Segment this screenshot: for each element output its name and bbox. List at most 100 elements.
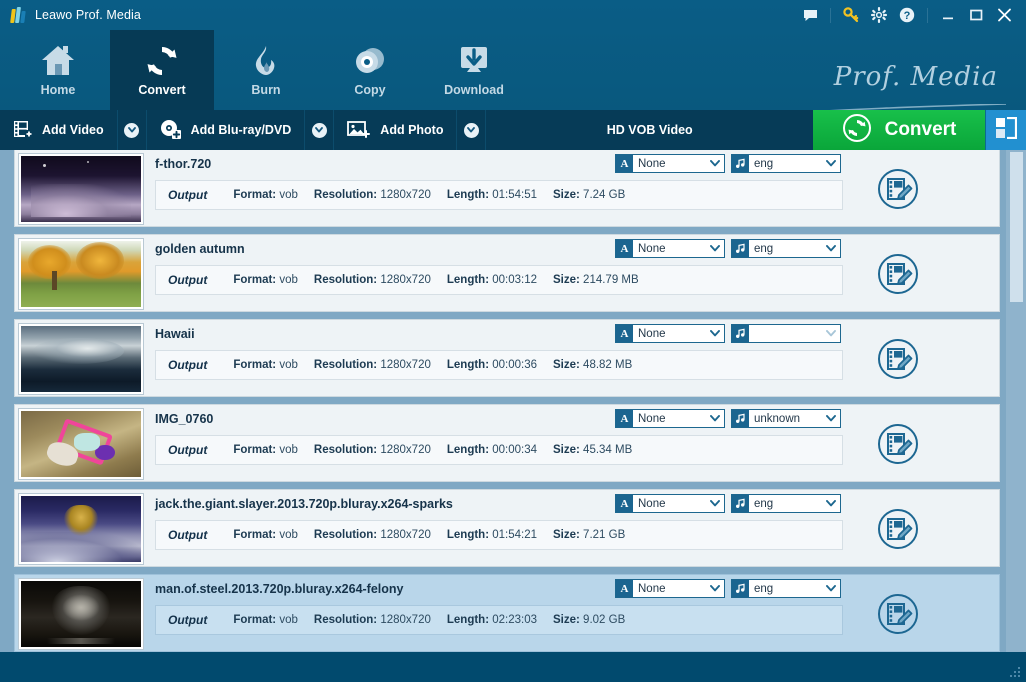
video-thumbnail[interactable] [18,323,144,395]
video-thumbnail[interactable] [18,493,144,565]
length-info: Length: 01:54:21 [446,529,537,541]
chevron-down-icon [706,410,724,427]
add-photo-button[interactable]: Add Photo [334,110,456,150]
size-info: Size: 48.82 MB [553,359,633,371]
audio-select[interactable]: eng [731,154,841,173]
panel-layout-toggle[interactable] [986,110,1026,150]
media-list: f-thor.720 Output Format: vob Resolution: 1… [0,150,1026,652]
video-thumbnail[interactable] [18,153,144,225]
video-thumbnail[interactable] [18,578,144,650]
media-row[interactable]: IMG_0760 Output Format: vob Resolution: 128… [14,404,1000,482]
subtitle-select[interactable]: A None [615,409,725,428]
add-photo-dropdown[interactable] [456,110,487,150]
window-title: Leawo Prof. Media [35,8,141,22]
subtitle-value: None [638,327,666,340]
resolution-info: Resolution: 1280x720 [313,529,431,541]
video-thumbnail[interactable] [18,408,144,480]
audio-value: eng [754,582,774,595]
subtitle-icon: A [616,240,633,257]
audio-select[interactable]: eng [731,579,841,598]
edit-video-button[interactable] [877,593,919,635]
nav-item-download[interactable]: Download [422,30,526,110]
disc-add-icon [160,119,182,142]
media-title: man.of.steel.2013.720p.bluray.x264-felon… [155,582,404,596]
edit-video-button[interactable] [877,253,919,295]
flame-icon [247,43,285,79]
key-icon[interactable] [837,1,865,29]
minimize-icon[interactable] [934,1,962,29]
output-profile-area[interactable]: HD VOB Video [486,110,813,150]
media-title: golden autumn [155,242,245,256]
close-icon[interactable] [990,1,1018,29]
subtitle-icon: A [616,325,633,342]
resolution-info: Resolution: 1280x720 [313,444,431,456]
edit-video-button[interactable] [877,338,919,380]
media-rows: f-thor.720 Output Format: vob Resolution: 1… [8,150,1006,652]
gear-icon[interactable] [865,1,893,29]
length-info: Length: 00:03:12 [446,274,537,286]
media-row[interactable]: Hawaii Output Format: vob Resolution: 1280x… [14,319,1000,397]
subtitle-select[interactable]: A None [615,154,725,173]
list-scrollbar[interactable] [1006,150,1026,652]
resolution-info: Resolution: 1280x720 [313,189,431,201]
action-toolbar: Add Video Add Blu-ray/DVD Add Photo HD V… [0,110,1026,150]
format-info: Format: vob [233,189,298,201]
format-info: Format: vob [233,444,298,456]
chevron-down-icon [706,240,724,257]
track-selectors: A None [615,324,841,343]
media-row[interactable]: jack.the.giant.slayer.2013.720p.bluray.x… [14,489,1000,567]
add-bluray-dropdown[interactable] [304,110,335,150]
subtitle-value: None [638,582,666,595]
nav-item-home[interactable]: Home [6,30,110,110]
audio-select[interactable] [731,324,841,343]
photo-add-icon [347,119,371,142]
edit-video-button[interactable] [877,168,919,210]
subtitle-select[interactable]: A None [615,324,725,343]
size-info: Size: 9.02 GB [553,614,626,626]
edit-video-button[interactable] [877,508,919,550]
subtitle-icon: A [616,580,633,597]
nav-item-convert[interactable]: Convert [110,30,214,110]
nav-item-copy[interactable]: Copy [318,30,422,110]
format-info: Format: vob [233,529,298,541]
media-title: f-thor.720 [155,157,212,171]
feedback-icon[interactable] [796,1,824,29]
media-row[interactable]: man.of.steel.2013.720p.bluray.x264-felon… [14,574,1000,652]
resolution-info: Resolution: 1280x720 [313,614,431,626]
edit-video-button[interactable] [877,423,919,465]
audio-value [749,325,822,342]
convert-circle-icon [842,113,872,148]
video-thumbnail[interactable] [18,238,144,310]
media-row[interactable]: f-thor.720 Output Format: vob Resolution: 1… [14,150,1000,227]
subtitle-select[interactable]: A None [615,239,725,258]
chevron-down-icon [822,325,840,342]
chevron-down-icon [706,155,724,172]
left-rail [0,150,8,652]
resize-grip[interactable] [1010,667,1022,679]
music-note-icon [732,325,749,342]
add-bluray-dvd-button[interactable]: Add Blu-ray/DVD [147,110,305,150]
scrollbar-thumb[interactable] [1010,152,1023,302]
convert-button[interactable]: Convert [813,110,986,150]
help-icon[interactable]: ? [893,1,921,29]
audio-select[interactable]: unknown [731,409,841,428]
format-info: Format: vob [233,359,298,371]
media-title: Hawaii [155,327,195,341]
subtitle-icon: A [616,155,633,172]
add-video-button[interactable]: Add Video [0,110,117,150]
output-label: Output [168,528,208,542]
track-selectors: A None eng [615,239,841,258]
size-info: Size: 7.21 GB [553,529,626,541]
title-bar: Leawo Prof. Media ? [0,0,1026,30]
maximize-icon[interactable] [962,1,990,29]
add-video-dropdown[interactable] [116,110,147,150]
subtitle-select[interactable]: A None [615,579,725,598]
main-navigation: Home Convert Burn Copy Download Prof. Me… [0,30,1026,118]
media-row[interactable]: golden autumn Output Format: vob Resolution… [14,234,1000,312]
subtitle-select[interactable]: A None [615,494,725,513]
audio-select[interactable]: eng [731,494,841,513]
media-title: jack.the.giant.slayer.2013.720p.bluray.x… [155,497,453,511]
nav-item-burn[interactable]: Burn [214,30,318,110]
audio-select[interactable]: eng [731,239,841,258]
add-video-label: Add Video [42,123,104,137]
